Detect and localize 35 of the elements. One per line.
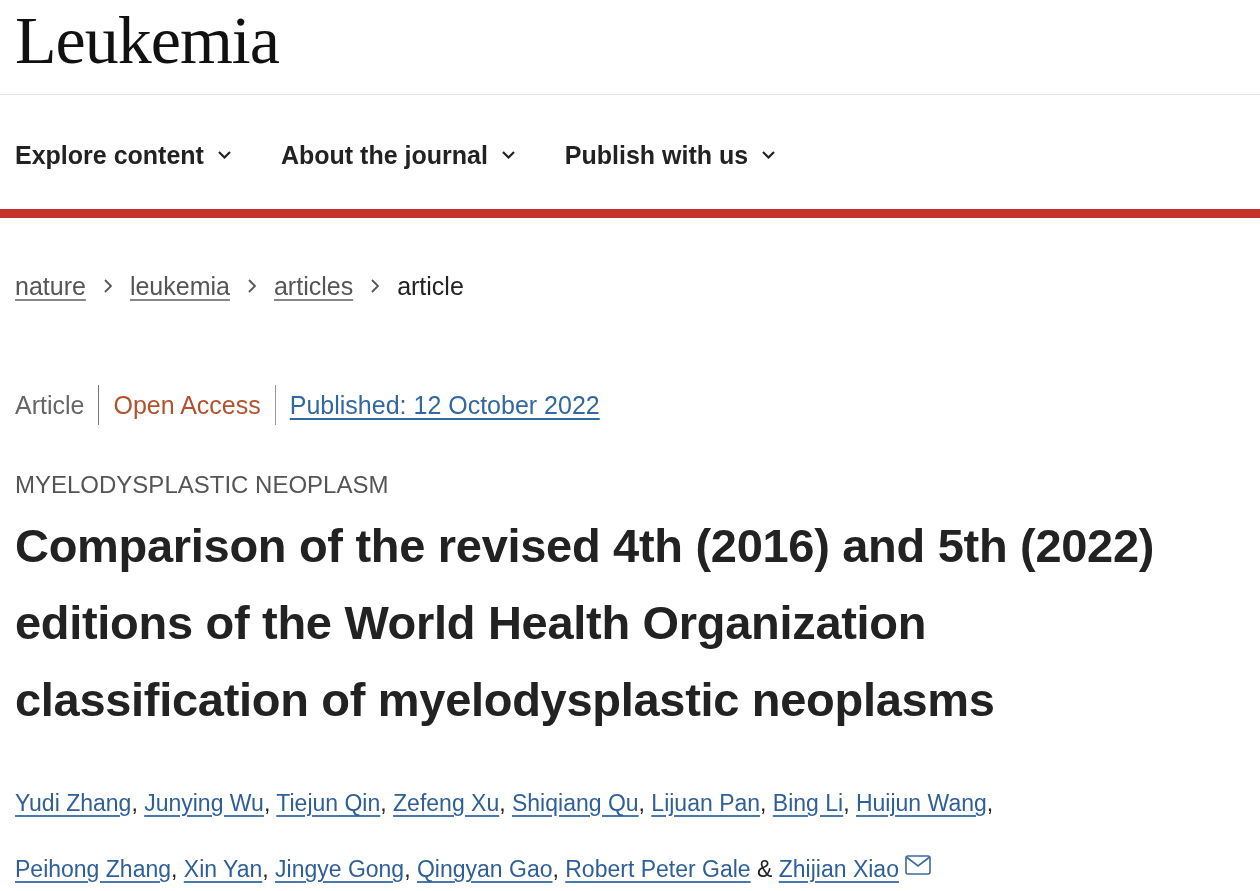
chevron-right-icon bbox=[103, 279, 112, 293]
breadcrumb-current: article bbox=[397, 271, 464, 301]
author-link[interactable]: Lijuan Pan bbox=[651, 790, 761, 816]
author-link[interactable]: Bing Li bbox=[772, 790, 844, 816]
author-link[interactable]: Xin Yan bbox=[183, 856, 263, 882]
author-link[interactable]: Junying Wu bbox=[144, 790, 264, 816]
nav-menu-button[interactable]: About the journal bbox=[280, 140, 515, 170]
nav-menu-button[interactable]: Explore content bbox=[15, 140, 231, 170]
chevron-right-icon bbox=[247, 279, 256, 293]
published-date-link[interactable]: Published: 12 October 2022 bbox=[289, 390, 600, 420]
author-link[interactable]: Peihong Zhang bbox=[15, 856, 171, 882]
author-link[interactable]: Yudi Zhang bbox=[15, 790, 132, 816]
article-title: Comparison of the revised 4th (2016) and 5th (2022) editions of the World Health Organization classification of myelodysplastic neoplasms bbox=[15, 518, 1156, 728]
author-link[interactable]: Jingye Gong bbox=[275, 856, 405, 882]
breadcrumb-link[interactable]: leukemia bbox=[129, 271, 230, 301]
nav-menu-button[interactable]: Publish with us bbox=[564, 140, 776, 170]
author-link[interactable]: Qingyan Gao bbox=[416, 856, 553, 882]
author-link[interactable]: Zhijian Xiao bbox=[778, 856, 899, 882]
breadcrumb-link[interactable]: articles bbox=[273, 271, 354, 301]
breadcrumb-link[interactable]: nature bbox=[15, 271, 86, 301]
chevron-down-icon bbox=[762, 151, 776, 159]
chevron-down-icon bbox=[501, 151, 515, 159]
author-list: Yudi Zhang, Junying Wu, Tiejun Qin, Zefeng Xu, Shiqiang Qu, Lijuan Pan, Bing Li, Huijun Wang, Peihong Zhang, Xin Yan, Jingye Gong, Qingyan Gao, Robert Peter Gale & Zhijian Xiao bbox=[15, 770, 1135, 891]
author-link[interactable]: Tiejun Qin bbox=[276, 790, 381, 816]
chevron-right-icon bbox=[371, 279, 380, 293]
chevron-down-icon bbox=[217, 151, 231, 159]
envelope-icon[interactable] bbox=[904, 855, 931, 875]
author-link[interactable]: Shiqiang Qu bbox=[512, 790, 639, 816]
open-access-label: Open Access bbox=[98, 385, 275, 425]
author-link[interactable]: Zefeng Xu bbox=[393, 790, 500, 816]
author-link[interactable]: Robert Peter Gale bbox=[565, 856, 751, 882]
article-type-text: Article bbox=[15, 390, 86, 420]
journal-logo[interactable]: Leukemia bbox=[15, 6, 279, 74]
author-link[interactable]: Huijun Wang bbox=[855, 790, 987, 816]
subject-label: MYELODYSPLASTIC NEOPLASM bbox=[15, 470, 389, 500]
